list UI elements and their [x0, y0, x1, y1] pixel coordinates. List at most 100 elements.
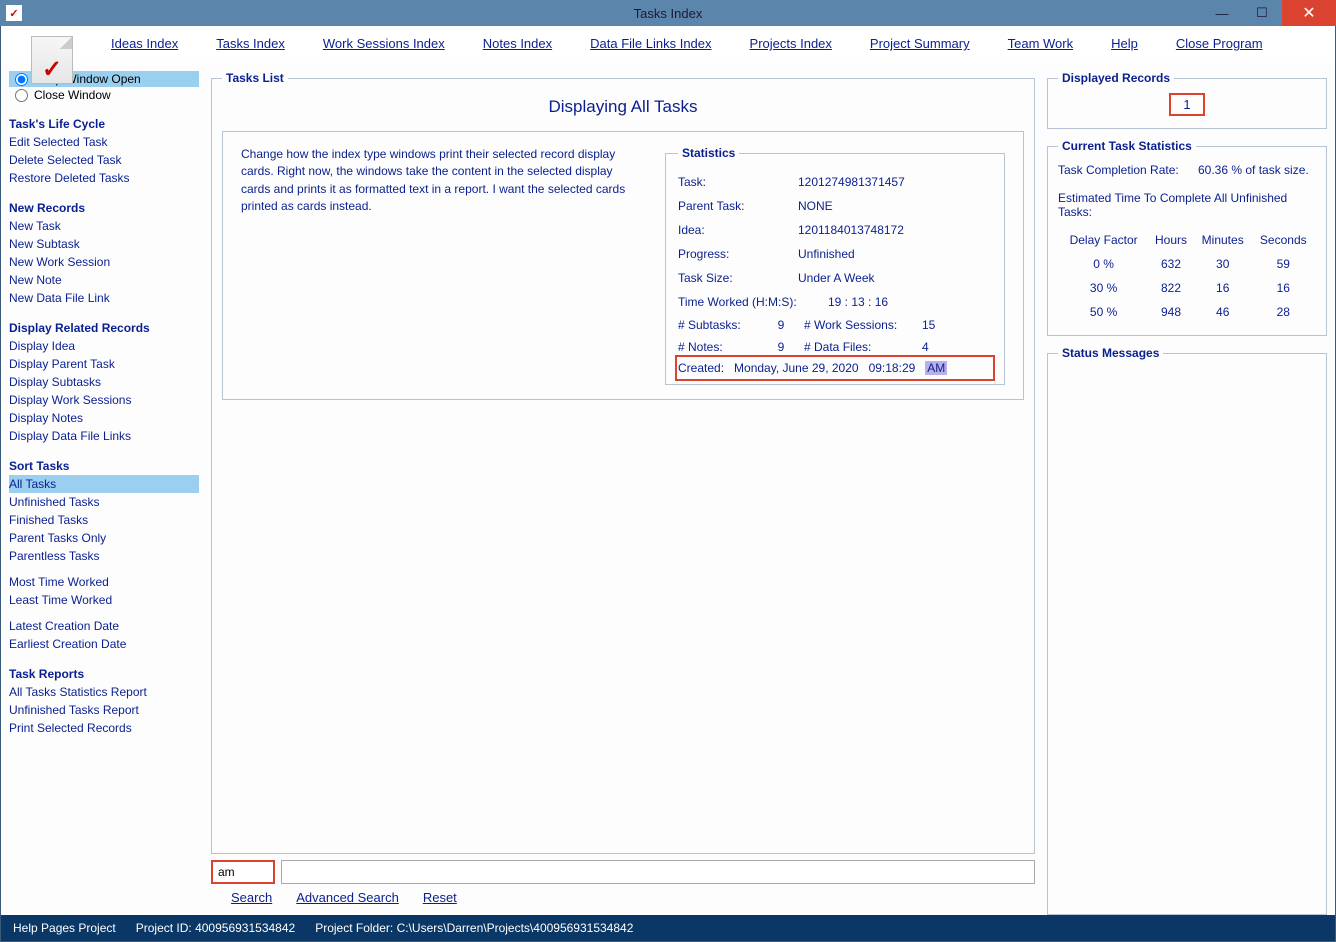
stat-idea-value: 1201184013748172	[798, 223, 992, 237]
cts-completion-label: Task Completion Rate:	[1058, 163, 1198, 177]
statistics-legend: Statistics	[678, 146, 739, 160]
menu-data-file-links-index[interactable]: Data File Links Index	[590, 36, 711, 51]
menu-notes-index[interactable]: Notes Index	[483, 36, 552, 51]
stat-datafiles-value: 4	[922, 340, 929, 354]
stat-size-label: Task Size:	[678, 271, 798, 285]
stat-subtasks-label: # Subtasks:	[678, 318, 758, 332]
cts-h-minutes: Minutes	[1195, 229, 1251, 251]
link-least-time-worked[interactable]: Least Time Worked	[9, 591, 199, 609]
menu-team-work[interactable]: Team Work	[1008, 36, 1074, 51]
link-display-idea[interactable]: Display Idea	[9, 337, 199, 355]
link-parentless-tasks[interactable]: Parentless Tasks	[9, 547, 199, 565]
heading-task-reports: Task Reports	[9, 667, 199, 681]
app-icon	[6, 5, 22, 21]
stat-progress-label: Progress:	[678, 247, 798, 261]
stat-ws-label: # Work Sessions:	[804, 318, 914, 332]
stat-created-date: Monday, June 29, 2020	[734, 361, 859, 375]
stat-parent-label: Parent Task:	[678, 199, 798, 213]
close-button[interactable]: ✕	[1282, 0, 1336, 26]
cts-h-hours: Hours	[1149, 229, 1193, 251]
link-new-data-file-link[interactable]: New Data File Link	[9, 289, 199, 307]
search-area: Search Advanced Search Reset	[211, 854, 1035, 915]
link-new-task[interactable]: New Task	[9, 217, 199, 235]
radio-close-input[interactable]	[15, 89, 28, 102]
displayed-records-fieldset: Displayed Records 1	[1047, 71, 1327, 129]
link-parent-tasks-only[interactable]: Parent Tasks Only	[9, 529, 199, 547]
menubar: Ideas Index Tasks Index Work Sessions In…	[1, 26, 1335, 63]
link-latest-creation-date[interactable]: Latest Creation Date	[9, 617, 199, 635]
stat-notes-value: 9	[766, 340, 796, 354]
advanced-search-link[interactable]: Advanced Search	[296, 890, 399, 905]
radio-close-window[interactable]: Close Window	[9, 87, 199, 103]
tasks-list-fieldset: Tasks List Displaying All Tasks Change h…	[211, 71, 1035, 854]
cts-h-delay: Delay Factor	[1060, 229, 1147, 251]
cts-completion-value: 60.36 % of task size.	[1198, 163, 1309, 177]
link-display-data-file-links[interactable]: Display Data File Links	[9, 427, 199, 445]
link-display-work-sessions[interactable]: Display Work Sessions	[9, 391, 199, 409]
status-messages-legend: Status Messages	[1058, 346, 1163, 360]
stat-datafiles-label: # Data Files:	[804, 340, 914, 354]
link-finished-tasks[interactable]: Finished Tasks	[9, 511, 199, 529]
link-unfinished-tasks[interactable]: Unfinished Tasks	[9, 493, 199, 511]
stat-task-label: Task:	[678, 175, 798, 189]
stat-subtasks-value: 9	[766, 318, 796, 332]
heading-sort-tasks: Sort Tasks	[9, 459, 199, 473]
titlebar: Tasks Index — ☐ ✕	[0, 0, 1336, 26]
cts-h-seconds: Seconds	[1253, 229, 1314, 251]
menu-work-sessions-index[interactable]: Work Sessions Index	[323, 36, 445, 51]
status-messages-fieldset: Status Messages	[1047, 346, 1327, 915]
cts-row: 50 % 948 46 28	[1060, 301, 1314, 323]
menu-project-summary[interactable]: Project Summary	[870, 36, 970, 51]
minimize-button[interactable]: —	[1202, 0, 1242, 26]
menu-ideas-index[interactable]: Ideas Index	[111, 36, 178, 51]
radio-keep-open-input[interactable]	[15, 73, 28, 86]
stat-task-value: 1201274981371457	[798, 175, 992, 189]
search-term-input[interactable]	[211, 860, 275, 884]
link-new-subtask[interactable]: New Subtask	[9, 235, 199, 253]
link-restore-tasks[interactable]: Restore Deleted Tasks	[9, 169, 199, 187]
link-all-tasks[interactable]: All Tasks	[9, 475, 199, 493]
link-all-tasks-report[interactable]: All Tasks Statistics Report	[9, 683, 199, 701]
link-display-notes[interactable]: Display Notes	[9, 409, 199, 427]
stat-size-value: Under A Week	[798, 271, 992, 285]
stat-created-label: Created:	[678, 361, 724, 375]
menu-help[interactable]: Help	[1111, 36, 1138, 51]
link-display-parent-task[interactable]: Display Parent Task	[9, 355, 199, 373]
radio-close-label: Close Window	[34, 88, 111, 102]
maximize-button[interactable]: ☐	[1242, 0, 1282, 26]
stat-created-time: 09:18:29	[869, 361, 916, 375]
menu-tasks-index[interactable]: Tasks Index	[216, 36, 285, 51]
stat-notes-label: # Notes:	[678, 340, 758, 354]
link-most-time-worked[interactable]: Most Time Worked	[9, 573, 199, 591]
reset-search-link[interactable]: Reset	[423, 890, 457, 905]
stat-idea-label: Idea:	[678, 223, 798, 237]
tasks-list-legend: Tasks List	[222, 71, 288, 85]
stat-created-ampm: AM	[925, 361, 947, 375]
status-project-folder: Project Folder: C:\Users\Darren\Projects…	[315, 921, 633, 935]
link-new-note[interactable]: New Note	[9, 271, 199, 289]
link-edit-task[interactable]: Edit Selected Task	[9, 133, 199, 151]
link-earliest-creation-date[interactable]: Earliest Creation Date	[9, 635, 199, 653]
stat-ws-value: 15	[922, 318, 935, 332]
search-button[interactable]: Search	[231, 890, 272, 905]
search-main-input[interactable]	[281, 860, 1035, 884]
link-unfinished-tasks-report[interactable]: Unfinished Tasks Report	[9, 701, 199, 719]
window-title: Tasks Index	[634, 6, 703, 21]
sidebar: Keep Window Open Close Window Task's Lif…	[9, 71, 199, 915]
link-delete-task[interactable]: Delete Selected Task	[9, 151, 199, 169]
app-logo-icon	[31, 36, 73, 84]
link-new-work-session[interactable]: New Work Session	[9, 253, 199, 271]
displayed-records-legend: Displayed Records	[1058, 71, 1174, 85]
cts-row: 0 % 632 30 59	[1060, 253, 1314, 275]
link-print-selected-records[interactable]: Print Selected Records	[9, 719, 199, 737]
heading-life-cycle: Task's Life Cycle	[9, 117, 199, 131]
stat-parent-value: NONE	[798, 199, 992, 213]
cts-row: 30 % 822 16 16	[1060, 277, 1314, 299]
menu-close-program[interactable]: Close Program	[1176, 36, 1263, 51]
link-display-subtasks[interactable]: Display Subtasks	[9, 373, 199, 391]
cts-legend: Current Task Statistics	[1058, 139, 1196, 153]
stat-worked-label: Time Worked (H:M:S):	[678, 295, 828, 309]
task-card[interactable]: Change how the index type windows print …	[222, 131, 1024, 400]
task-card-text: Change how the index type windows print …	[241, 146, 645, 385]
menu-projects-index[interactable]: Projects Index	[750, 36, 832, 51]
